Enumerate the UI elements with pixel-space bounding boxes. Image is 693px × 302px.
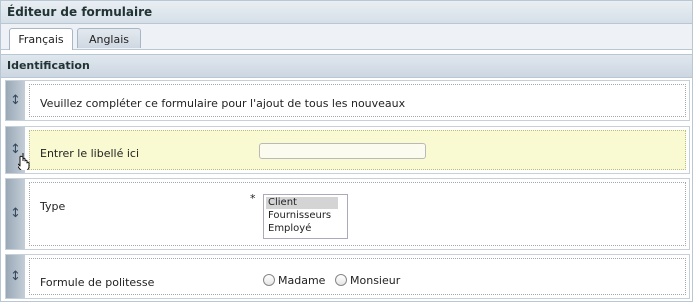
type-label: Type	[40, 200, 66, 213]
panel-title: Éditeur de formulaire	[7, 5, 153, 19]
tab-francais[interactable]: Français	[9, 28, 73, 50]
type-option-fournisseurs[interactable]: Fournisseurs	[266, 210, 338, 222]
intro-text: Veuillez compléter ce formulaire pour l'…	[40, 97, 406, 110]
language-tabs: Français Anglais	[1, 24, 692, 50]
form-row-type: ↕ Type * Client Fournisseurs Employé	[5, 178, 690, 250]
salutation-label: Formule de politesse	[40, 276, 155, 289]
type-option-employe[interactable]: Employé	[266, 223, 338, 235]
row-content: Veuillez compléter ce formulaire pour l'…	[29, 84, 686, 117]
hand-cursor-icon	[18, 153, 30, 170]
required-marker: *	[250, 192, 256, 205]
tab-anglais[interactable]: Anglais	[77, 28, 141, 48]
drag-handle-icon: ↕	[10, 206, 21, 221]
title-bar: Éditeur de formulaire	[1, 1, 692, 24]
section-title: Identification	[7, 59, 90, 72]
form-editor-panel: Éditeur de formulaire Français Anglais I…	[0, 0, 693, 302]
row-content: Type * Client Fournisseurs Employé	[29, 182, 686, 246]
type-listbox[interactable]: Client Fournisseurs Employé	[263, 194, 348, 239]
drag-handle[interactable]: ↕	[6, 179, 25, 249]
radio-label: Madame	[278, 274, 326, 287]
drag-handle[interactable]: ↕	[6, 81, 25, 120]
section-header: Identification	[1, 54, 692, 78]
form-row-label: ↕ Entrer le libellé ici	[5, 126, 690, 174]
row-content: Formule de politesse Madame Monsieur	[29, 258, 686, 295]
radio-circle[interactable]	[263, 274, 275, 286]
row-content: Entrer le libellé ici	[29, 130, 686, 170]
tab-label: Anglais	[88, 33, 130, 46]
type-option-client[interactable]: Client	[266, 197, 338, 209]
radio-circle[interactable]	[335, 274, 347, 286]
label-field-label: Entrer le libellé ici	[40, 147, 140, 160]
drag-handle-icon: ↕	[10, 268, 21, 284]
form-row-intro: ↕ Veuillez compléter ce formulaire pour …	[5, 80, 690, 121]
label-input[interactable]	[259, 143, 426, 159]
drag-handle[interactable]: ↕	[6, 255, 25, 298]
tab-label: Français	[18, 33, 64, 46]
radio-label: Monsieur	[350, 274, 401, 287]
drag-handle-icon: ↕	[10, 92, 21, 108]
form-row-salutation: ↕ Formule de politesse Madame Monsieur	[5, 254, 690, 299]
